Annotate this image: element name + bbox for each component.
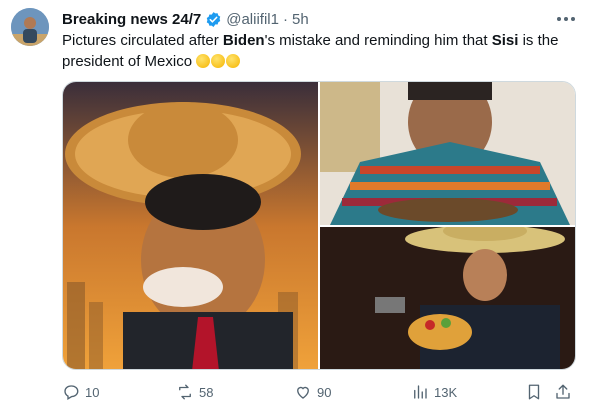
tweet-header: Breaking news 24/7 @aliifil1 · 5h [62,9,309,29]
bookmark-button[interactable] [525,380,543,404]
author-name[interactable]: Breaking news 24/7 [62,11,201,28]
media-image-poncho-man[interactable] [320,82,575,225]
like-count: 90 [317,384,332,400]
laughing-emoji-icon [226,54,241,68]
timestamp[interactable]: 5h [292,11,309,28]
author-handle[interactable]: @aliifil1 [226,11,279,28]
reply-icon [62,383,80,401]
tweet-text: Pictures circulated after Biden's mistak… [62,30,582,72]
avatar[interactable] [11,8,49,46]
like-button[interactable]: 90 [294,380,331,404]
reply-button[interactable]: 10 [62,380,99,404]
laughing-emoji-icon [211,54,226,68]
tweet-text-part1: Pictures circulated after [62,32,223,49]
more-icon[interactable] [552,10,580,28]
repost-button[interactable]: 58 [176,380,213,404]
views-icon [411,383,429,401]
repost-count: 58 [199,384,214,400]
media-grid [62,81,576,370]
tweet-text-part2: 's mistake and reminding him that [264,32,492,49]
media-image-gun-taco[interactable] [320,227,575,369]
media-image-caricature-sombrero[interactable] [63,82,318,369]
tweet-text-bold-sisi: Sisi [491,32,519,49]
tweet[interactable]: Breaking news 24/7 @aliifil1 · 5h Pictur… [0,0,590,415]
repost-icon [176,383,194,401]
views-count: 13K [434,384,458,400]
reply-count: 10 [85,384,100,400]
separator-dot: · [282,10,288,28]
bookmark-icon [525,383,543,401]
views-button[interactable]: 13K [411,380,457,404]
tweet-text-bold-biden: Biden [222,32,265,49]
share-icon [554,383,572,401]
verified-badge-icon [205,11,222,28]
laughing-emoji-icon [196,54,211,68]
share-button[interactable] [554,380,572,404]
like-icon [294,383,312,401]
action-bar: 10 58 90 13K [62,380,582,404]
